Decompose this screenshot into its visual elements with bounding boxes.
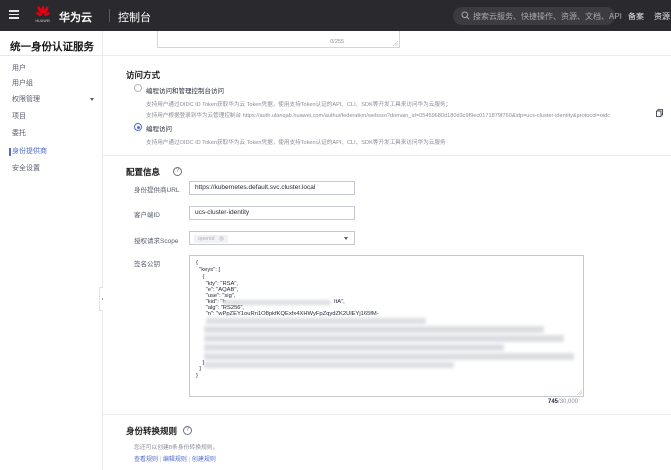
- close-icon[interactable]: [218, 235, 224, 241]
- sidebar-item-users[interactable]: 用户: [0, 62, 102, 76]
- global-search-input[interactable]: 搜索云服务、快捷操作、资源、文档、API: [453, 7, 622, 25]
- huawei-flower-icon: [36, 6, 50, 16]
- view-rules-link[interactable]: 查看规则: [134, 457, 158, 463]
- sidebar-item-agencies[interactable]: 委托: [0, 127, 102, 141]
- access-option-console-desc-1: 支持用户通过OIDC ID Token获取华为云 Token凭据，使用支持Tok…: [146, 102, 452, 108]
- client-id-label: 客户端ID: [134, 212, 160, 219]
- signing-key-counter: 745/30,000: [548, 399, 578, 405]
- sidebar-item-label: 权限管理: [12, 96, 40, 103]
- sidebar-item-projects[interactable]: 项目: [0, 110, 102, 124]
- access-option-programmatic-desc: 支持用户通过OIDC ID Token获取华为云 Token凭据，使用支持Tok…: [146, 140, 446, 146]
- divider: [103, 414, 671, 415]
- scope-tag[interactable]: openid: [194, 234, 228, 243]
- top-navigation-bar: HUAWEI 华为云 控制台 搜索云服务、快捷操作、资源、文档、API 备案 资…: [0, 0, 671, 31]
- sidebar-item-user-groups[interactable]: 用户组: [0, 77, 102, 91]
- main-content: 0/255 访问方式 编程访问和管理控制台访问 支持用户通过OIDC ID To…: [103, 31, 671, 470]
- edit-rules-link[interactable]: 编辑规则: [163, 457, 187, 463]
- sidebar: 统一身份认证服务 用户 用户组 权限管理 项目 委托 身份提供商 安全设置: [0, 31, 103, 470]
- filing-link[interactable]: 备案: [628, 11, 644, 22]
- key-line: "n": "wPpZEY1ouRn1O8pkfKQExfx4XHWyFpZqyd…: [196, 311, 379, 317]
- access-option-programmatic-radio[interactable]: [134, 123, 142, 131]
- redacted-region: [204, 353, 574, 360]
- chevron-down-icon: [90, 98, 94, 101]
- resize-grip-icon[interactable]: [577, 390, 582, 395]
- logo-text: HUAWEI: [35, 19, 51, 23]
- key-line: "keys": [: [196, 267, 221, 273]
- sidebar-divider: [0, 55, 102, 56]
- access-option-console-desc-2: 支持用户根据登录到华为云管理控制台 https://auth.ulanqab.h…: [146, 113, 611, 119]
- provider-url-label: 身份提供商URL: [134, 187, 180, 194]
- redacted-region: [206, 318, 426, 324]
- brand-name[interactable]: 华为云: [59, 9, 92, 25]
- signing-key-textarea[interactable]: { "keys": [ { "kty": "RSA", "e": "AQAB",…: [189, 255, 584, 397]
- config-info-title: 配置信息: [126, 167, 161, 177]
- scope-tag-label: openid: [198, 235, 215, 242]
- service-title: 统一身份认证服务: [10, 41, 94, 53]
- mapping-links: 查看规则 | 编辑规则 | 创建规则: [134, 454, 216, 463]
- link-separator: |: [159, 457, 162, 463]
- key-line: ItA",: [334, 299, 345, 305]
- key-line: {: [196, 274, 205, 280]
- divider: [103, 55, 671, 56]
- sidebar-item-identity-providers[interactable]: 身份提供商: [0, 145, 102, 159]
- mapping-desc: 您还可以创建8条身份转换规则。: [134, 445, 219, 451]
- description-counter: 0/255: [330, 39, 344, 45]
- resources-link[interactable]: 资源: [654, 11, 670, 22]
- resize-grip-icon[interactable]: [393, 41, 398, 46]
- redacted-region: [204, 362, 454, 368]
- create-rule-link[interactable]: 创建规则: [192, 457, 216, 463]
- search-placeholder: 搜索云服务、快捷操作、资源、文档、API: [473, 12, 622, 21]
- help-icon[interactable]: ?: [183, 426, 192, 435]
- sidebar-item-security-settings[interactable]: 安全设置: [0, 162, 102, 176]
- signing-key-label: 签名公钥: [134, 261, 160, 268]
- console-link[interactable]: 控制台: [118, 9, 151, 25]
- provider-url-input[interactable]: https://kubernetes.default.svc.cluster.l…: [189, 181, 355, 195]
- menu-icon[interactable]: [9, 10, 19, 19]
- sidebar-item-permissions[interactable]: 权限管理: [0, 93, 102, 107]
- link-separator: |: [188, 457, 191, 463]
- signing-key-counter-max: /30,000: [558, 399, 579, 405]
- access-option-console-radio[interactable]: [134, 84, 142, 92]
- topbar-divider: [109, 9, 110, 22]
- scope-label: 授权请求Scope: [134, 238, 179, 245]
- key-line: ]: [196, 366, 201, 372]
- description-textarea[interactable]: [157, 31, 400, 48]
- key-line: {: [196, 260, 198, 266]
- scope-select[interactable]: openid: [189, 231, 355, 245]
- client-id-input[interactable]: ucs-cluster-identity: [189, 206, 355, 220]
- signing-key-counter-current: 745: [548, 399, 559, 405]
- redacted-region: [204, 344, 504, 351]
- redacted-region: [204, 335, 564, 342]
- redacted-region: [204, 326, 544, 333]
- help-icon[interactable]: ?: [173, 167, 182, 176]
- copy-icon[interactable]: [656, 109, 663, 117]
- access-option-programmatic-label[interactable]: 编程访问: [146, 123, 172, 133]
- key-line: }: [196, 373, 198, 379]
- access-option-console-label[interactable]: 编程访问和管理控制台访问: [146, 85, 224, 95]
- identity-mapping-title: 身份转换规则: [126, 426, 178, 436]
- chevron-down-icon: [344, 237, 348, 240]
- access-method-title: 访问方式: [126, 70, 161, 80]
- huawei-logo[interactable]: HUAWEI: [31, 6, 55, 26]
- search-icon: [461, 11, 470, 20]
- divider: [103, 155, 671, 156]
